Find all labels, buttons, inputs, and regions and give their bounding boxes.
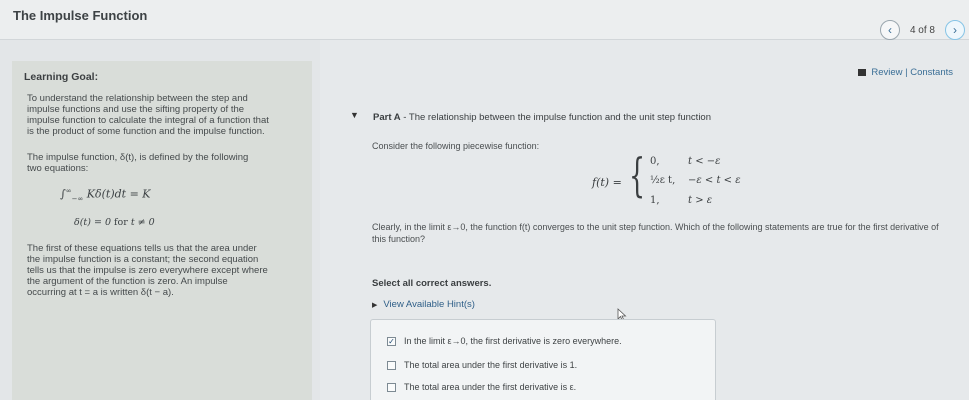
definition-text: The impulse function, δ(t), is defined b… <box>27 152 302 174</box>
piece-row: 1, t > ε <box>650 195 712 206</box>
review-icon <box>858 69 867 76</box>
definition-line: The impulse function, δ(t), is defined b… <box>27 152 249 163</box>
explanation-line: the impulse function is a constant; the … <box>27 254 259 265</box>
learning-goal-panel: Learning Goal: To understand the relatio… <box>12 61 312 400</box>
part-a-label: Part A - The relationship between the im… <box>373 112 711 123</box>
answer-options: ✓ In the limit ε→0, the first derivative… <box>370 319 716 400</box>
option-label: In the limit ε→0, the first derivative i… <box>404 336 622 346</box>
goal-text: To understand the relationship between t… <box>27 93 302 137</box>
explanation-line: tells us that the impulse is zero everyw… <box>27 265 268 276</box>
goal-line: impulse functions and use the sifting pr… <box>27 104 245 115</box>
integral-equation: ∫∞−∞ Kδ(t)dt = K <box>60 187 151 203</box>
explanation-line: the argument of the function is zero. An… <box>27 276 228 287</box>
option-label: The total area under the first derivativ… <box>404 360 578 370</box>
explanation-line: The first of these equations tells us th… <box>27 243 257 254</box>
zero-for: for <box>111 217 131 228</box>
piece-value: 0, <box>650 156 660 167</box>
hint-toggle[interactable]: ▶ View Available Hint(s) <box>372 299 475 310</box>
zero-lhs: δ(t) = 0 <box>74 217 111 228</box>
piece-condition: −ε < t < ε <box>688 175 741 186</box>
option-row[interactable]: ✓ In the limit ε→0, the first derivative… <box>387 336 622 346</box>
function-lhs: f(t) = <box>592 176 622 189</box>
option-row[interactable]: The total area under the first derivativ… <box>387 360 577 370</box>
piece-row: ½ε t, −ε < t < ε <box>650 175 741 186</box>
pagination: ‹ 4 of 8 › <box>879 20 965 40</box>
option-label: The total area under the first derivativ… <box>404 382 577 392</box>
consider-text: Consider the following piecewise functio… <box>372 141 540 151</box>
piece-row: 0, t < −ε <box>650 156 721 167</box>
explanation-text: The first of these equations tells us th… <box>27 243 302 298</box>
previous-icon[interactable]: ‹ <box>879 20 900 40</box>
goal-line: impulse function to calculate the integr… <box>27 115 269 126</box>
checkbox[interactable] <box>387 382 396 392</box>
review-constants-link[interactable]: Review | Constants <box>858 67 953 78</box>
piece-condition: t < −ε <box>688 156 721 167</box>
brace: { <box>629 148 646 202</box>
piecewise-function: f(t) = { 0, t < −ε ½ε t, −ε < t < ε 1, t > … <box>592 148 792 212</box>
integral-body: Kδ(t)dt = K <box>86 187 151 201</box>
part-a-header[interactable]: Part A - The relationship between the im… <box>373 112 711 123</box>
hint-label: View Available Hint(s) <box>383 299 475 310</box>
instructions: Select all correct answers. <box>372 278 492 289</box>
goal-line: To understand the relationship between t… <box>27 93 248 104</box>
zero-equation: δ(t) = 0 for t ≠ 0 <box>74 217 155 228</box>
collapse-caret-icon[interactable]: ▼ <box>350 110 359 120</box>
review-label: Review | Constants <box>871 67 953 78</box>
upper-limit: ∞ <box>65 187 72 195</box>
piece-condition: t > ε <box>688 195 713 206</box>
zero-cond: t ≠ 0 <box>130 217 155 228</box>
hint-caret-icon: ▶ <box>372 301 378 309</box>
top-bar: The Impulse Function ‹ 4 of 8 › <box>0 0 969 40</box>
goal-line: is the product of some function and the … <box>27 126 265 137</box>
lower-limit: −∞ <box>71 194 84 203</box>
page-indicator: 4 of 8 <box>909 24 935 36</box>
page-title: The Impulse Function <box>13 8 148 23</box>
definition-line: two equations: <box>27 163 89 174</box>
checkbox-checked[interactable]: ✓ <box>387 336 396 346</box>
piece-value: ½ε t, <box>650 175 676 186</box>
question-text: Clearly, in the limit ε→0, the function … <box>372 222 939 244</box>
explanation-line: occurring at t = a is written δ(t − a). <box>27 287 174 298</box>
checkbox[interactable] <box>387 360 396 370</box>
next-icon[interactable]: › <box>945 20 965 40</box>
question-panel: Review | Constants ▼ Part A - The relati… <box>320 40 969 400</box>
learning-goal-heading: Learning Goal: <box>24 71 99 83</box>
option-row[interactable]: The total area under the first derivativ… <box>387 382 576 392</box>
piece-value: 1, <box>650 195 660 206</box>
